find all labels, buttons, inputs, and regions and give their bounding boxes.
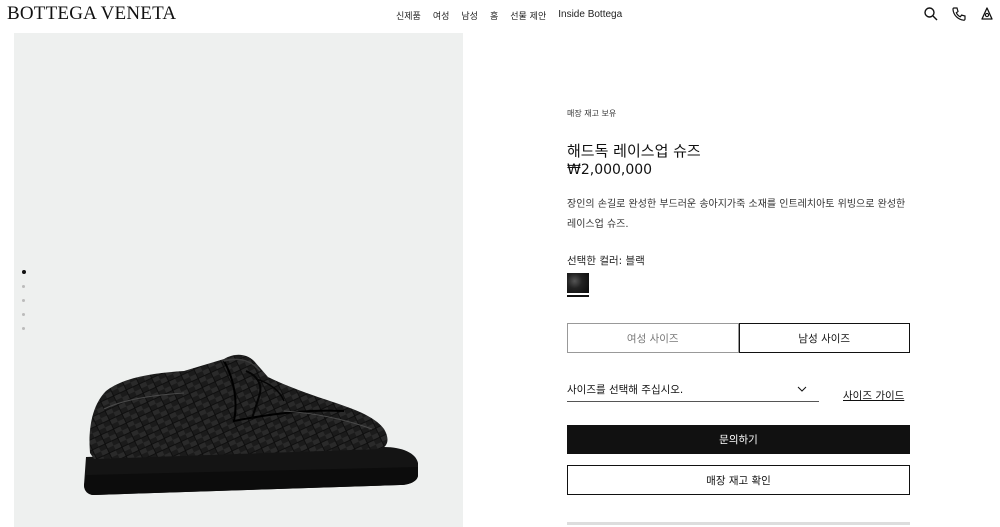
nav-item-women[interactable]: 여성 [433,9,450,22]
gallery-dot-5[interactable] [22,327,25,330]
swatch-image [567,273,589,293]
product-shoe-image [84,354,418,495]
tab-women-size[interactable]: 여성 사이즈 [567,323,739,353]
gallery-dot-4[interactable] [22,313,25,316]
phone-icon[interactable] [951,6,967,22]
chevron-down-icon [797,386,807,392]
gallery-pagination [22,270,26,341]
size-select-placeholder: 사이즈를 선택해 주십시오. [567,384,684,396]
gallery-dot-2[interactable] [22,285,25,288]
product-title: 해드독 레이스업 슈즈 [567,142,701,160]
account-icon[interactable] [979,6,995,22]
nav-item-inside-bottega[interactable]: Inside Bottega [558,9,622,22]
brand-logo[interactable]: BOTTEGA VENETA [7,3,176,25]
size-tabs: 여성 사이즈 남성 사이즈 [567,323,910,353]
selected-color-label: 선택한 컬러: 블랙 [567,255,645,267]
nav-item-new[interactable]: 신제품 [396,9,421,22]
size-guide-link[interactable]: 사이즈 가이드 [843,388,904,403]
product-description: 장인의 손길로 완성한 부드러운 송아지가죽 소재를 인트레치아토 위빙으로 완… [567,199,906,230]
section-divider [567,522,910,525]
size-select[interactable]: 사이즈를 선택해 주십시오. [567,380,819,402]
inquire-button[interactable]: 문의하기 [567,425,910,454]
swatch-selected-indicator [567,295,589,297]
product-price: ₩2,000,000 [567,162,653,178]
search-icon[interactable] [923,6,939,22]
site-header: BOTTEGA VENETA 신제품 여성 남성 홈 선물 제안 Inside … [0,0,1000,32]
check-store-stock-button[interactable]: 매장 재고 확인 [567,465,910,495]
product-image-panel[interactable] [14,33,463,527]
gallery-dot-1[interactable] [22,270,26,274]
nav-item-gifts[interactable]: 선물 제안 [510,9,546,22]
gallery-dot-3[interactable] [22,299,25,302]
tab-men-size[interactable]: 남성 사이즈 [738,323,910,353]
main-nav: 신제품 여성 남성 홈 선물 제안 Inside Bottega [396,9,634,22]
color-swatch-black[interactable] [567,273,589,297]
stock-note: 매장 재고 보유 [567,109,617,118]
nav-item-home[interactable]: 홈 [490,9,498,22]
nav-item-men[interactable]: 남성 [461,9,478,22]
